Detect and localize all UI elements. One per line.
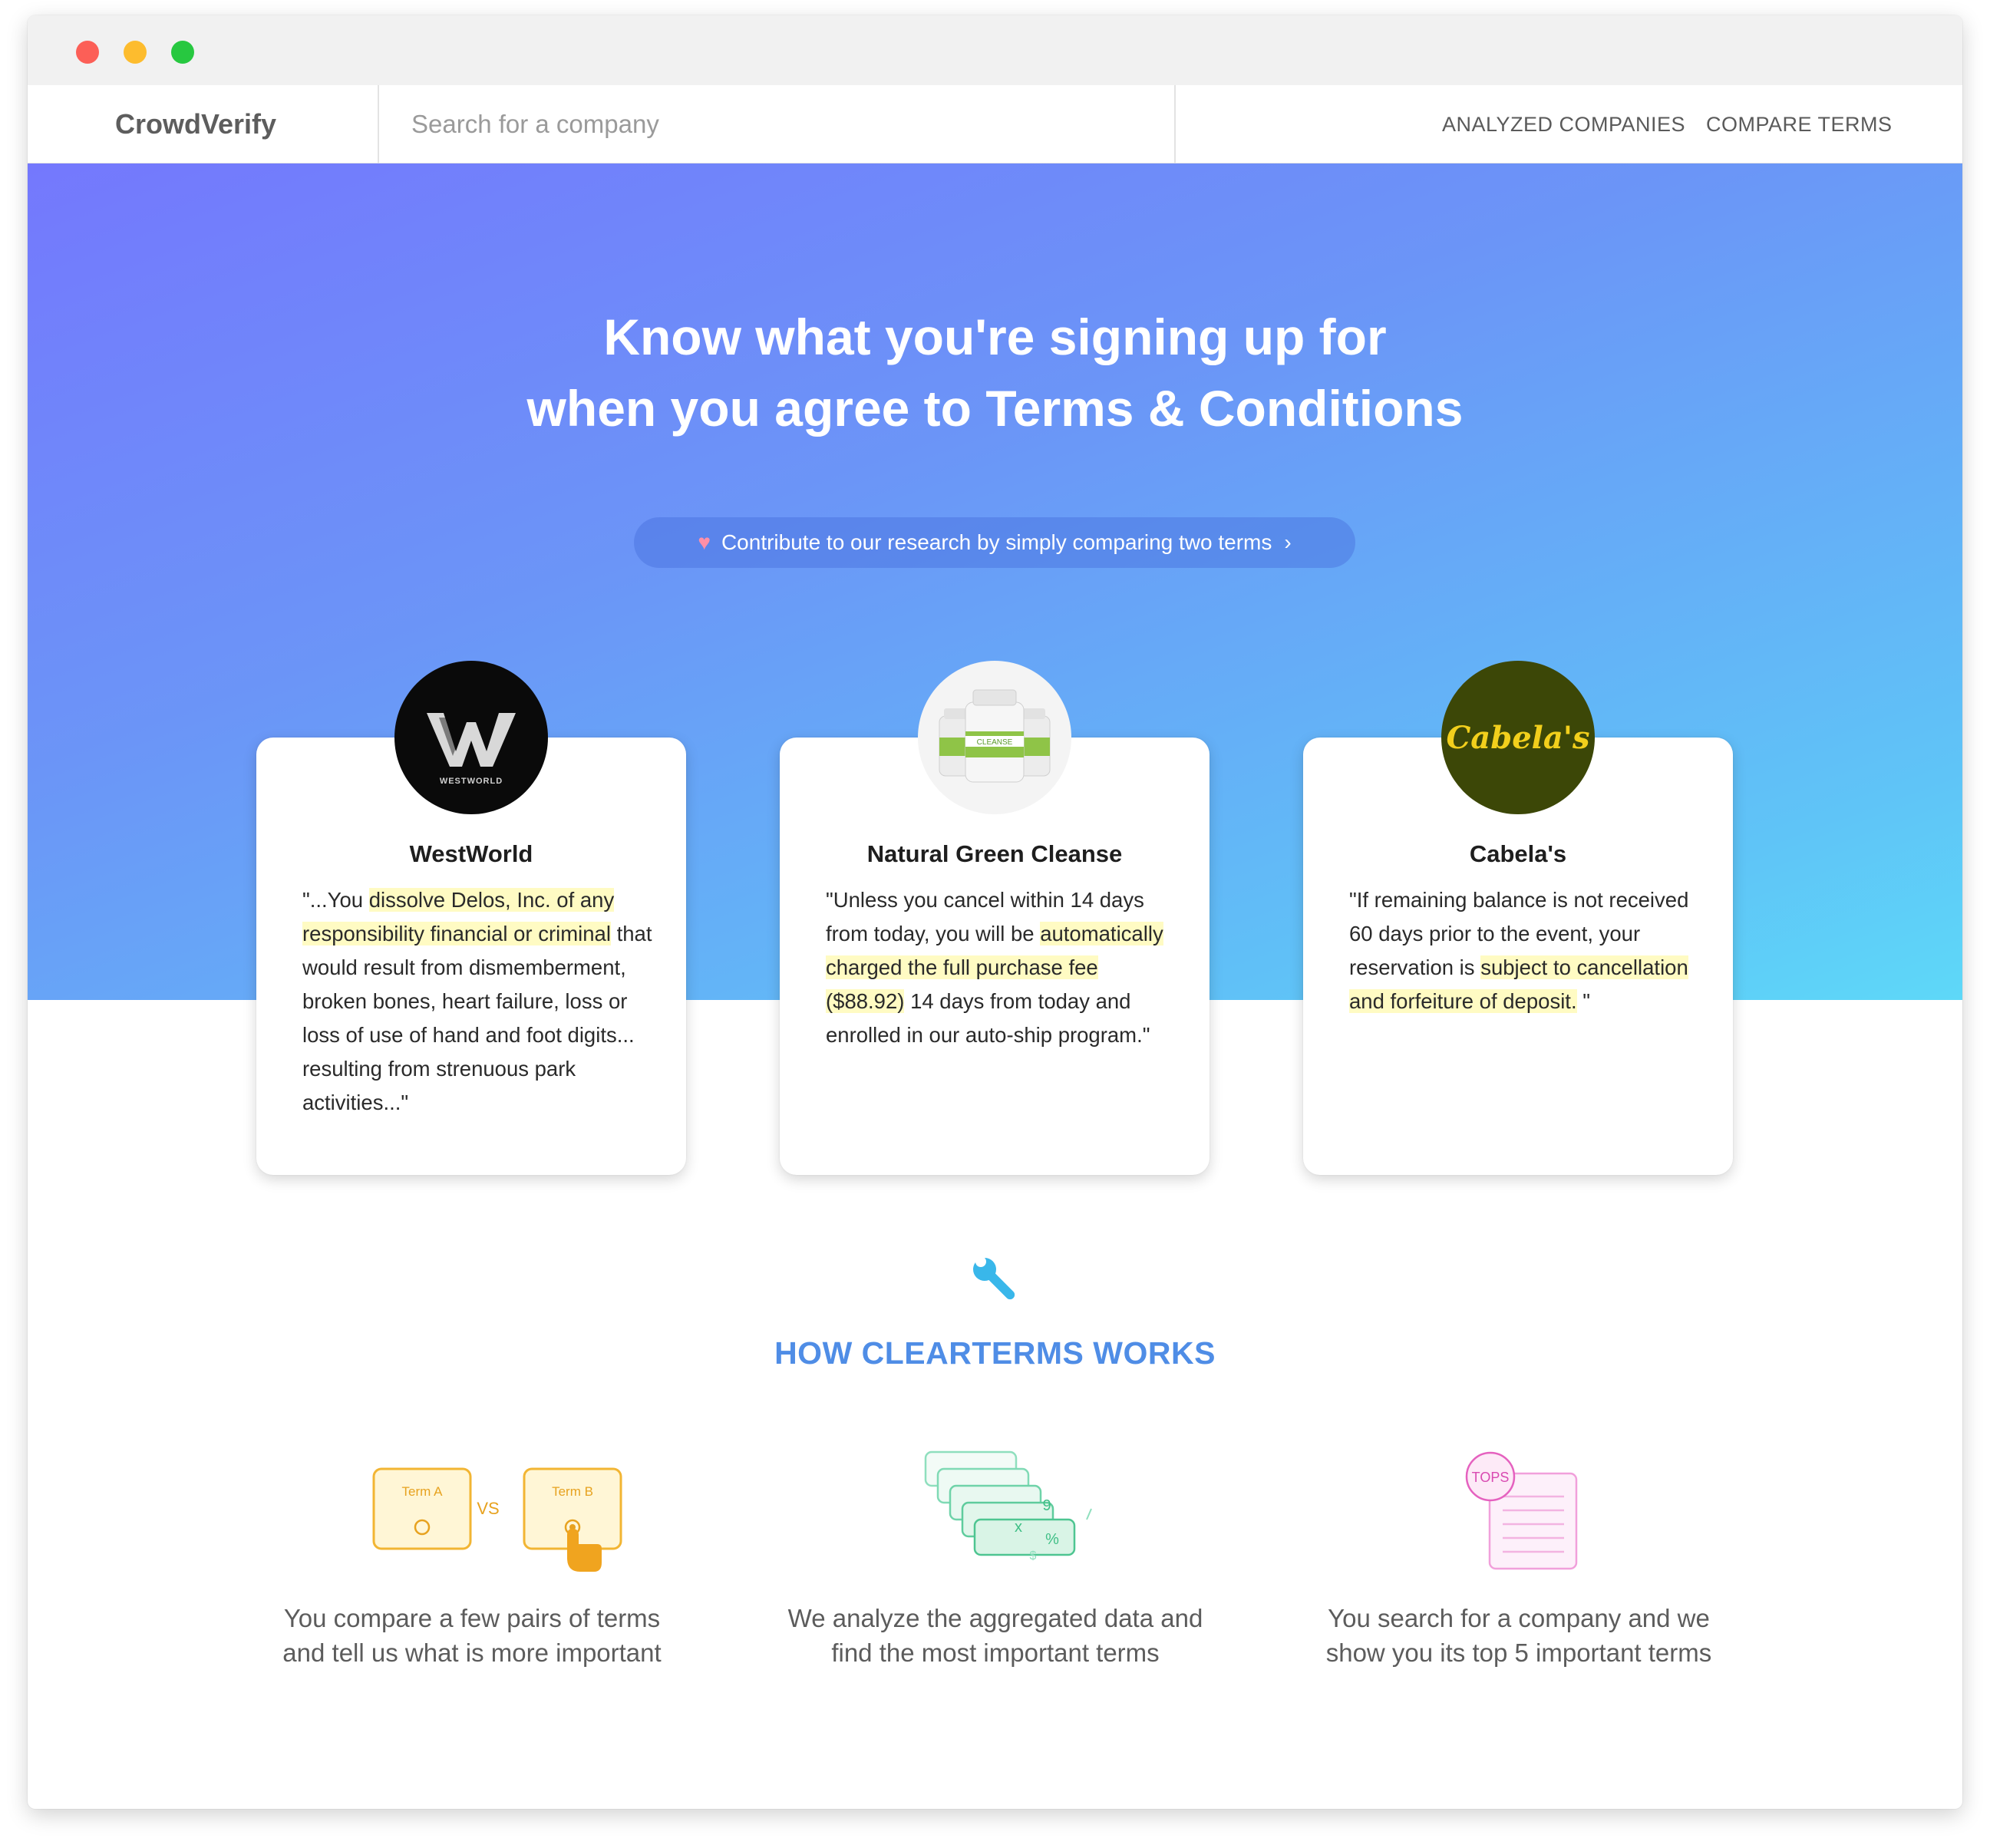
- top-navbar: CrowdVerify ANALYZED COMPANIES COMPARE T…: [28, 85, 1962, 163]
- top-terms-illustration: TOPS: [1465, 1451, 1578, 1570]
- cleanse-bottles-logo: CLEANSE: [918, 661, 1071, 814]
- navbar-divider: [1174, 85, 1176, 163]
- company-name: WestWorld: [409, 840, 533, 867]
- svg-text:Term A: Term A: [402, 1484, 444, 1499]
- step-text-line: You compare a few pairs of terms: [283, 1604, 661, 1632]
- minimize-window-button[interactable]: [124, 41, 147, 64]
- svg-text:TOPS: TOPS: [1472, 1470, 1510, 1485]
- westworld-logo: WESTWORLD: [394, 661, 548, 814]
- maximize-window-button[interactable]: [171, 41, 194, 64]
- svg-text:VS: VS: [477, 1499, 499, 1518]
- svg-text:WESTWORLD: WESTWORLD: [440, 777, 503, 786]
- brand-logo[interactable]: CrowdVerify: [115, 85, 276, 163]
- company-name: Cabela's: [1469, 840, 1567, 867]
- quote-text: "...You: [302, 888, 369, 912]
- how-it-works-title: HOW CLEARTERMS WORKS: [774, 1335, 1216, 1371]
- svg-text:Cabela's: Cabela's: [1446, 720, 1589, 756]
- svg-text:$: $: [1030, 1549, 1037, 1563]
- step-text-line: We analyze the aggregated data and: [787, 1604, 1203, 1632]
- nav-link-analyzed-companies[interactable]: ANALYZED COMPANIES: [1442, 85, 1685, 163]
- quote-text: that would result from dismemberment, br…: [302, 922, 652, 1114]
- window-chrome: [28, 15, 1962, 85]
- heart-icon: ♥: [698, 530, 711, 554]
- contribute-button[interactable]: ♥ Contribute to our research by simply co…: [634, 517, 1355, 568]
- browser-window: CrowdVerify ANALYZED COMPANIES COMPARE T…: [28, 15, 1962, 1809]
- step-text-line: and tell us what is more important: [282, 1638, 662, 1667]
- step-description: You search for a company and we show you…: [1258, 1601, 1780, 1670]
- company-search-input[interactable]: [411, 105, 1148, 144]
- terms-quote: "Unless you cancel within 14 days from t…: [826, 883, 1179, 1052]
- terms-quote: "...You dissolve Delos, Inc. of any resp…: [302, 883, 655, 1120]
- svg-text:Term B: Term B: [552, 1484, 593, 1499]
- company-name: Natural Green Cleanse: [866, 840, 1123, 867]
- hero-title-line: when you agree to Terms & Conditions: [526, 380, 1464, 437]
- svg-text:%: %: [1045, 1531, 1059, 1548]
- nav-link-compare-terms[interactable]: COMPARE TERMS: [1706, 85, 1893, 163]
- chevron-right-icon: ›: [1284, 530, 1292, 554]
- analyze-data-illustration: 9 x % $: [924, 1450, 1092, 1563]
- contribute-label: Contribute to our research by simply com…: [721, 530, 1272, 554]
- navbar-divider: [378, 85, 379, 163]
- terms-quote: "If remaining balance is not received 60…: [1349, 883, 1702, 1018]
- hero-title: Know what you're signing up for when you…: [28, 302, 1962, 444]
- step-description: You compare a few pairs of terms and tel…: [211, 1601, 733, 1670]
- svg-text:CLEANSE: CLEANSE: [977, 738, 1013, 747]
- step-text-line: You search for a company and we: [1328, 1604, 1710, 1632]
- step-text-line: find the most important terms: [831, 1638, 1160, 1667]
- cabelas-logo: Cabela's: [1441, 661, 1595, 814]
- quote-text: ": [1576, 989, 1590, 1013]
- step-description: We analyze the aggregated data and find …: [734, 1601, 1256, 1670]
- wrench-icon: [968, 1252, 1021, 1306]
- svg-text:9: 9: [1042, 1497, 1051, 1514]
- step-text-line: show you its top 5 important terms: [1325, 1638, 1712, 1667]
- close-window-button[interactable]: [76, 41, 99, 64]
- svg-text:x: x: [1015, 1519, 1022, 1536]
- compare-terms-illustration: Term A VS Term B: [372, 1467, 622, 1572]
- hero-title-line: Know what you're signing up for: [603, 309, 1387, 365]
